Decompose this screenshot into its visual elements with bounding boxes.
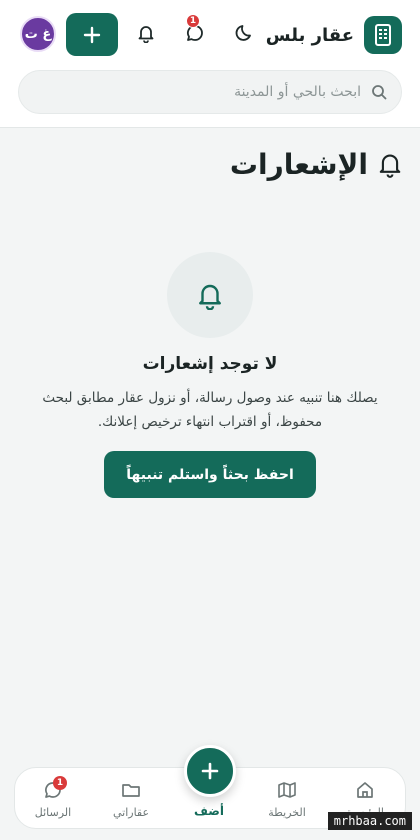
plus-icon (201, 762, 219, 780)
brand-name: عقار بلس (265, 24, 354, 46)
search-placeholder: ابحث بالحي أو المدينة (234, 84, 361, 100)
notifications-button[interactable] (133, 20, 159, 46)
plus-icon (83, 26, 101, 43)
nav-item-add[interactable]: أضف (179, 804, 239, 818)
add-fab-button[interactable] (184, 745, 236, 797)
dark-mode-toggle[interactable] (232, 20, 258, 46)
messages-badge: 1 (53, 776, 67, 790)
messages-badge: 1 (186, 14, 200, 28)
empty-state-illustration (167, 252, 253, 338)
page-title-row: الإشعارات (230, 148, 402, 181)
nav-label-my-properties: عقاراتي (112, 806, 150, 819)
nav-label-add: أضف (194, 804, 224, 818)
top-header: عقار بلس 1 غ ت ابحث بالحي أو المدينة (0, 0, 420, 128)
search-icon (372, 85, 387, 100)
nav-label-map: الخريطة (268, 806, 306, 819)
bell-icon (138, 26, 154, 43)
add-listing-button[interactable] (66, 13, 118, 56)
messages-button[interactable]: 1 (182, 14, 208, 46)
nav-item-my-properties[interactable]: عقاراتي (101, 780, 161, 819)
page-title: الإشعارات (229, 148, 368, 181)
building-icon (364, 16, 402, 54)
moon-icon (235, 25, 251, 41)
nav-item-map[interactable]: الخريطة (257, 780, 317, 819)
bell-icon (379, 154, 401, 178)
watermark: mrhbaa.com (327, 812, 412, 830)
search-input[interactable]: ابحث بالحي أو المدينة (18, 70, 402, 114)
brand[interactable]: عقار بلس (266, 16, 402, 54)
avatar[interactable]: غ ت (20, 16, 56, 52)
nav-item-messages[interactable]: 1 الرسائل (23, 776, 83, 819)
nav-label-messages: الرسائل (34, 806, 72, 819)
save-search-button[interactable]: احفظ بحثاً واستلم تنبيهاً (104, 451, 316, 498)
map-icon (278, 782, 296, 798)
bell-icon (199, 284, 221, 310)
empty-state-description: يصلك هنا تنبيه عند وصول رسالة، أو نزول ع… (42, 390, 378, 430)
empty-state-title: لا توجد إشعارات (142, 354, 278, 374)
folder-icon (122, 784, 140, 797)
home-icon (357, 782, 373, 798)
